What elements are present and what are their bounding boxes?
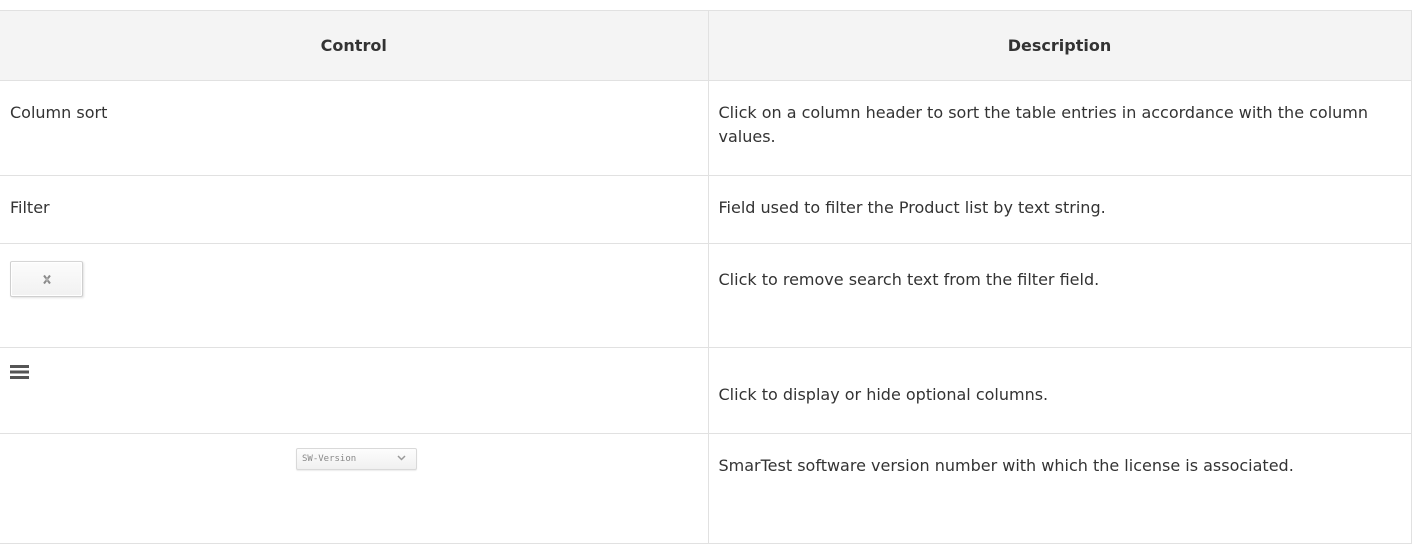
document-page: Control Description Column sort Click on… bbox=[0, 0, 1417, 550]
table-row: Click to remove search text from the fil… bbox=[0, 243, 1412, 348]
control-cell: Filter bbox=[0, 175, 709, 244]
description-cell: Click to remove search text from the fil… bbox=[707, 243, 1412, 348]
control-cell: SW-Version bbox=[0, 433, 709, 544]
chevron-down-icon bbox=[397, 455, 406, 461]
sw-version-select[interactable]: SW-Version bbox=[296, 448, 417, 470]
description-cell: Click on a column header to sort the tab… bbox=[707, 80, 1412, 176]
close-icon bbox=[43, 274, 51, 285]
columns-menu-icon[interactable] bbox=[10, 365, 30, 379]
control-cell bbox=[0, 347, 709, 434]
controls-table: Control Description Column sort Click on… bbox=[0, 10, 1412, 544]
control-cell bbox=[0, 243, 709, 348]
table-row: SW-Version SmarTest software version num… bbox=[0, 433, 1412, 544]
table-row: Column sort Click on a column header to … bbox=[0, 80, 1412, 176]
header-description: Description bbox=[707, 10, 1412, 81]
clear-filter-button[interactable] bbox=[10, 261, 83, 297]
description-cell: Field used to filter the Product list by… bbox=[707, 175, 1412, 244]
description-cell: SmarTest software version number with wh… bbox=[707, 433, 1412, 544]
sw-version-select-value: SW-Version bbox=[302, 454, 357, 464]
table-header-row: Control Description bbox=[0, 10, 1412, 81]
description-cell: Click to display or hide optional column… bbox=[707, 347, 1412, 434]
table-row: Filter Field used to filter the Product … bbox=[0, 175, 1412, 244]
header-control: Control bbox=[0, 10, 709, 81]
control-cell: Column sort bbox=[0, 80, 709, 176]
table-row: Click to display or hide optional column… bbox=[0, 347, 1412, 434]
